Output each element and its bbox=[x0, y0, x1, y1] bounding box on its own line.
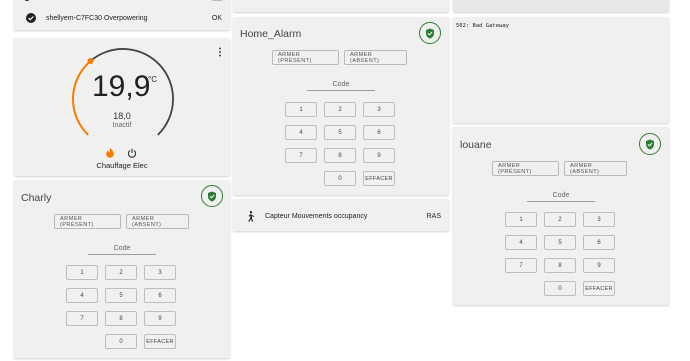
current-temperature: 19,9 bbox=[92, 70, 151, 103]
sensor-state: OK bbox=[211, 14, 222, 22]
keypad-key-1[interactable]: 1 bbox=[66, 265, 98, 280]
code-label: Code bbox=[552, 192, 570, 199]
motion-card: Capteur Mouvements occupancy RAS bbox=[233, 199, 449, 231]
alarm-title: louane bbox=[460, 139, 492, 151]
partial-top-card-right bbox=[453, 0, 669, 12]
clear-button[interactable]: EFFACER bbox=[363, 171, 395, 186]
dial-handle bbox=[87, 57, 94, 64]
keypad-key-4[interactable]: 4 bbox=[505, 235, 537, 250]
clear-button[interactable]: EFFACER bbox=[583, 281, 615, 296]
keypad-key-2[interactable]: 2 bbox=[544, 212, 576, 227]
keypad-key-0[interactable]: 0 bbox=[105, 334, 137, 349]
keypad-key-7[interactable]: 7 bbox=[66, 311, 98, 326]
keypad-key-8[interactable]: 8 bbox=[544, 258, 576, 273]
thermostat-name: Chauffage Elec bbox=[96, 161, 148, 170]
alarm-card-louane: louane ARMER (PRÉSENT) ARMER (ABSENT) Co… bbox=[453, 127, 669, 305]
keypad-key-6[interactable]: 6 bbox=[583, 235, 615, 250]
keypad-key-8[interactable]: 8 bbox=[324, 148, 356, 163]
code-input[interactable] bbox=[527, 201, 595, 202]
arm-away-button[interactable]: ARMER (ABSENT) bbox=[564, 161, 627, 176]
keypad-key-9[interactable]: 9 bbox=[144, 311, 176, 326]
motion-row[interactable]: Capteur Mouvements occupancy RAS bbox=[243, 211, 447, 222]
code-input[interactable] bbox=[88, 254, 156, 255]
alarm-card-home: Home_Alarm ARMER (PRÉSENT) ARMER (ABSENT… bbox=[233, 17, 449, 195]
arm-home-button[interactable]: ARMER (PRÉSENT) bbox=[492, 161, 559, 176]
code-input[interactable] bbox=[307, 90, 375, 91]
check-circle-icon bbox=[24, 13, 38, 23]
code-label: Code bbox=[113, 245, 131, 252]
keypad-key-0[interactable]: 0 bbox=[544, 281, 576, 296]
error-message: 502: Bad Gateway bbox=[456, 23, 509, 29]
keypad-key-4[interactable]: 4 bbox=[285, 125, 317, 140]
code-label: Code bbox=[332, 81, 350, 88]
alarm-card-charly: Charly ARMER (PRÉSENT) ARMER (ABSENT) Co… bbox=[14, 180, 230, 358]
keypad-key-0[interactable]: 0 bbox=[324, 171, 356, 186]
temperature-unit: °C bbox=[148, 75, 157, 84]
keypad-key-6[interactable]: 6 bbox=[363, 125, 395, 140]
shield-check-icon[interactable] bbox=[419, 22, 441, 44]
alarm-title: Home_Alarm bbox=[240, 28, 302, 40]
keypad-key-5[interactable]: 5 bbox=[105, 288, 137, 303]
keypad-key-1[interactable]: 1 bbox=[505, 212, 537, 227]
arm-buttons: ARMER (PRÉSENT) ARMER (ABSENT) bbox=[54, 214, 189, 229]
clear-button[interactable]: EFFACER bbox=[144, 334, 176, 349]
arm-home-button[interactable]: ARMER (PRÉSENT) bbox=[272, 50, 339, 65]
keypad-key-2[interactable]: 2 bbox=[324, 102, 356, 117]
alarm-title: Charly bbox=[21, 192, 52, 204]
cut-off-entity-row bbox=[24, 0, 224, 2]
shield-check-icon[interactable] bbox=[201, 185, 223, 207]
shield-check-icon[interactable] bbox=[639, 133, 661, 155]
arm-buttons: ARMER (PRÉSENT) ARMER (ABSENT) bbox=[272, 50, 407, 65]
sensor-row[interactable]: shellyem-C7FC30 Overpowering OK bbox=[24, 13, 228, 23]
keypad-key-4[interactable]: 4 bbox=[66, 288, 98, 303]
error-card: 502: Bad Gateway bbox=[453, 17, 669, 123]
walk-icon bbox=[243, 211, 257, 222]
more-vert-icon[interactable] bbox=[218, 44, 222, 57]
keypad-key-2[interactable]: 2 bbox=[105, 265, 137, 280]
keypad-key-7[interactable]: 7 bbox=[285, 148, 317, 163]
arm-home-button[interactable]: ARMER (PRÉSENT) bbox=[54, 214, 121, 229]
motion-name: Capteur Mouvements occupancy bbox=[265, 213, 368, 220]
keypad-key-9[interactable]: 9 bbox=[583, 258, 615, 273]
keypad-key-8[interactable]: 8 bbox=[105, 311, 137, 326]
motion-state: RAS bbox=[426, 213, 441, 220]
keypad-key-6[interactable]: 6 bbox=[144, 288, 176, 303]
arm-away-button[interactable]: ARMER (ABSENT) bbox=[126, 214, 189, 229]
arm-away-button[interactable]: ARMER (ABSENT) bbox=[344, 50, 407, 65]
keypad-key-5[interactable]: 5 bbox=[324, 125, 356, 140]
partial-top-card bbox=[233, 0, 449, 12]
sensor-name: shellyem-C7FC30 Overpowering bbox=[46, 14, 148, 22]
thermostat-card: 19,9 °C 18,0 Inactif Chauffage Elec bbox=[14, 38, 230, 176]
keypad-key-3[interactable]: 3 bbox=[363, 102, 395, 117]
arm-buttons: ARMER (PRÉSENT) ARMER (ABSENT) bbox=[492, 161, 627, 176]
sensor-card: shellyem-C7FC30 Overpowering OK bbox=[14, 0, 230, 30]
target-temperature: 18,0 bbox=[113, 111, 131, 121]
keypad-key-9[interactable]: 9 bbox=[363, 148, 395, 163]
hvac-status: Inactif bbox=[112, 122, 132, 129]
keypad-key-1[interactable]: 1 bbox=[285, 102, 317, 117]
keypad-key-7[interactable]: 7 bbox=[505, 258, 537, 273]
keypad-key-3[interactable]: 3 bbox=[144, 265, 176, 280]
keypad-key-3[interactable]: 3 bbox=[583, 212, 615, 227]
keypad-key-5[interactable]: 5 bbox=[544, 235, 576, 250]
